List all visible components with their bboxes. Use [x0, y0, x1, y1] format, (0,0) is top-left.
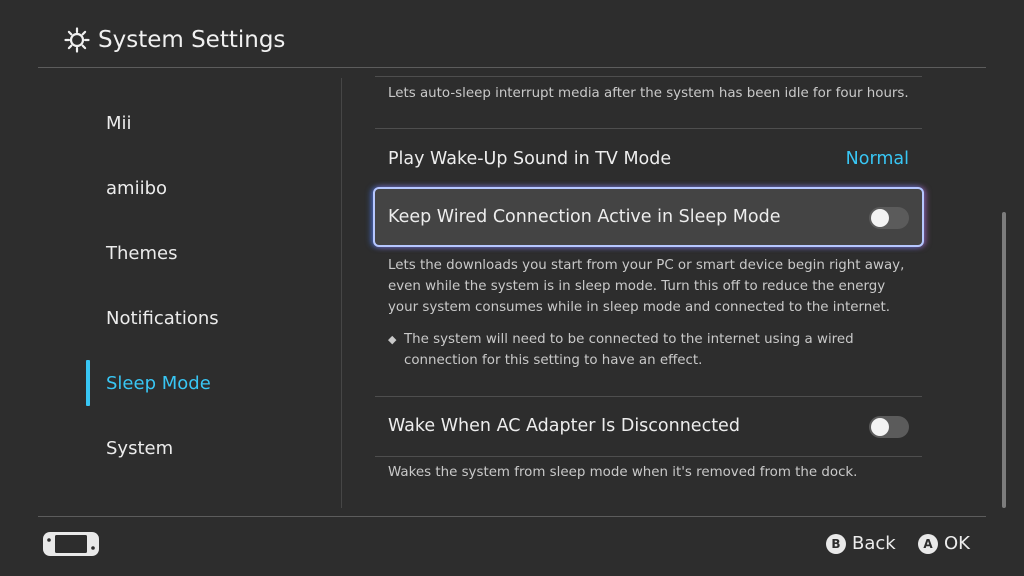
toggle-switch[interactable] — [869, 207, 909, 229]
auto-sleep-media-description: Lets auto-sleep interrupt media after th… — [388, 86, 909, 101]
page-title: System Settings — [98, 27, 286, 53]
setting-label: Play Wake-Up Sound in TV Mode — [388, 149, 672, 169]
sidebar-item-partially-hidden: ··· — [106, 68, 123, 73]
toggle-switch[interactable] — [869, 416, 909, 438]
setting-keep-wired-connection[interactable]: Keep Wired Connection Active in Sleep Mo… — [375, 189, 922, 245]
header: System Settings — [0, 0, 1024, 68]
setting-note: ◆ The system will need to be connected t… — [388, 329, 908, 371]
sidebar-item-sleep-mode[interactable]: Sleep Mode — [38, 360, 342, 406]
sidebar-item-label: Themes — [106, 243, 178, 264]
sidebar-item-themes[interactable]: Themes — [38, 232, 342, 276]
setting-description: Wakes the system from sleep mode when it… — [388, 465, 858, 480]
toggle-knob — [871, 418, 889, 436]
sidebar-item-system[interactable]: System — [38, 427, 342, 471]
toggle-knob — [871, 209, 889, 227]
note-text: The system will need to be connected to … — [404, 332, 854, 368]
settings-list: Lets auto-sleep interrupt media after th… — [342, 68, 998, 516]
sidebar-item-amiibo[interactable]: amiibo — [38, 167, 342, 211]
ok-label: OK — [944, 533, 970, 554]
back-button[interactable]: B Back — [826, 532, 896, 556]
sidebar-item-label: Notifications — [106, 308, 219, 329]
selection-marker — [86, 360, 90, 406]
sidebar-item-mii[interactable]: Mii — [38, 102, 342, 146]
setting-value: Normal — [845, 149, 909, 169]
divider — [375, 128, 922, 129]
footer-divider — [38, 516, 986, 517]
scrollbar[interactable] — [1001, 68, 1007, 516]
setting-label: Wake When AC Adapter Is Disconnected — [388, 416, 740, 436]
b-button-icon: B — [826, 534, 846, 554]
sidebar-item-label: amiibo — [106, 178, 168, 199]
sidebar-item-notifications[interactable]: Notifications — [38, 297, 342, 341]
setting-label: Keep Wired Connection Active in Sleep Mo… — [388, 207, 781, 227]
scrollbar-thumb[interactable] — [1002, 212, 1006, 508]
diamond-bullet-icon: ◆ — [388, 333, 397, 346]
gear-icon — [64, 27, 90, 53]
sidebar-item-label: Sleep Mode — [106, 373, 211, 394]
ok-button[interactable]: A OK — [918, 532, 970, 556]
a-button-icon: A — [918, 534, 938, 554]
divider — [375, 76, 922, 77]
divider — [375, 456, 922, 457]
sidebar-item-label: System — [106, 438, 174, 459]
back-label: Back — [852, 533, 896, 554]
divider — [375, 396, 922, 397]
sidebar: ··· Mii amiibo Themes Notifications Slee… — [38, 68, 342, 516]
setting-description: Lets the downloads you start from your P… — [388, 258, 905, 315]
setting-wake-ac-adapter[interactable]: Wake When AC Adapter Is Disconnected — [375, 398, 922, 454]
sidebar-item-label: Mii — [106, 113, 132, 134]
console-icon — [43, 532, 99, 556]
setting-wake-up-sound[interactable]: Play Wake-Up Sound in TV Mode Normal — [375, 131, 922, 187]
